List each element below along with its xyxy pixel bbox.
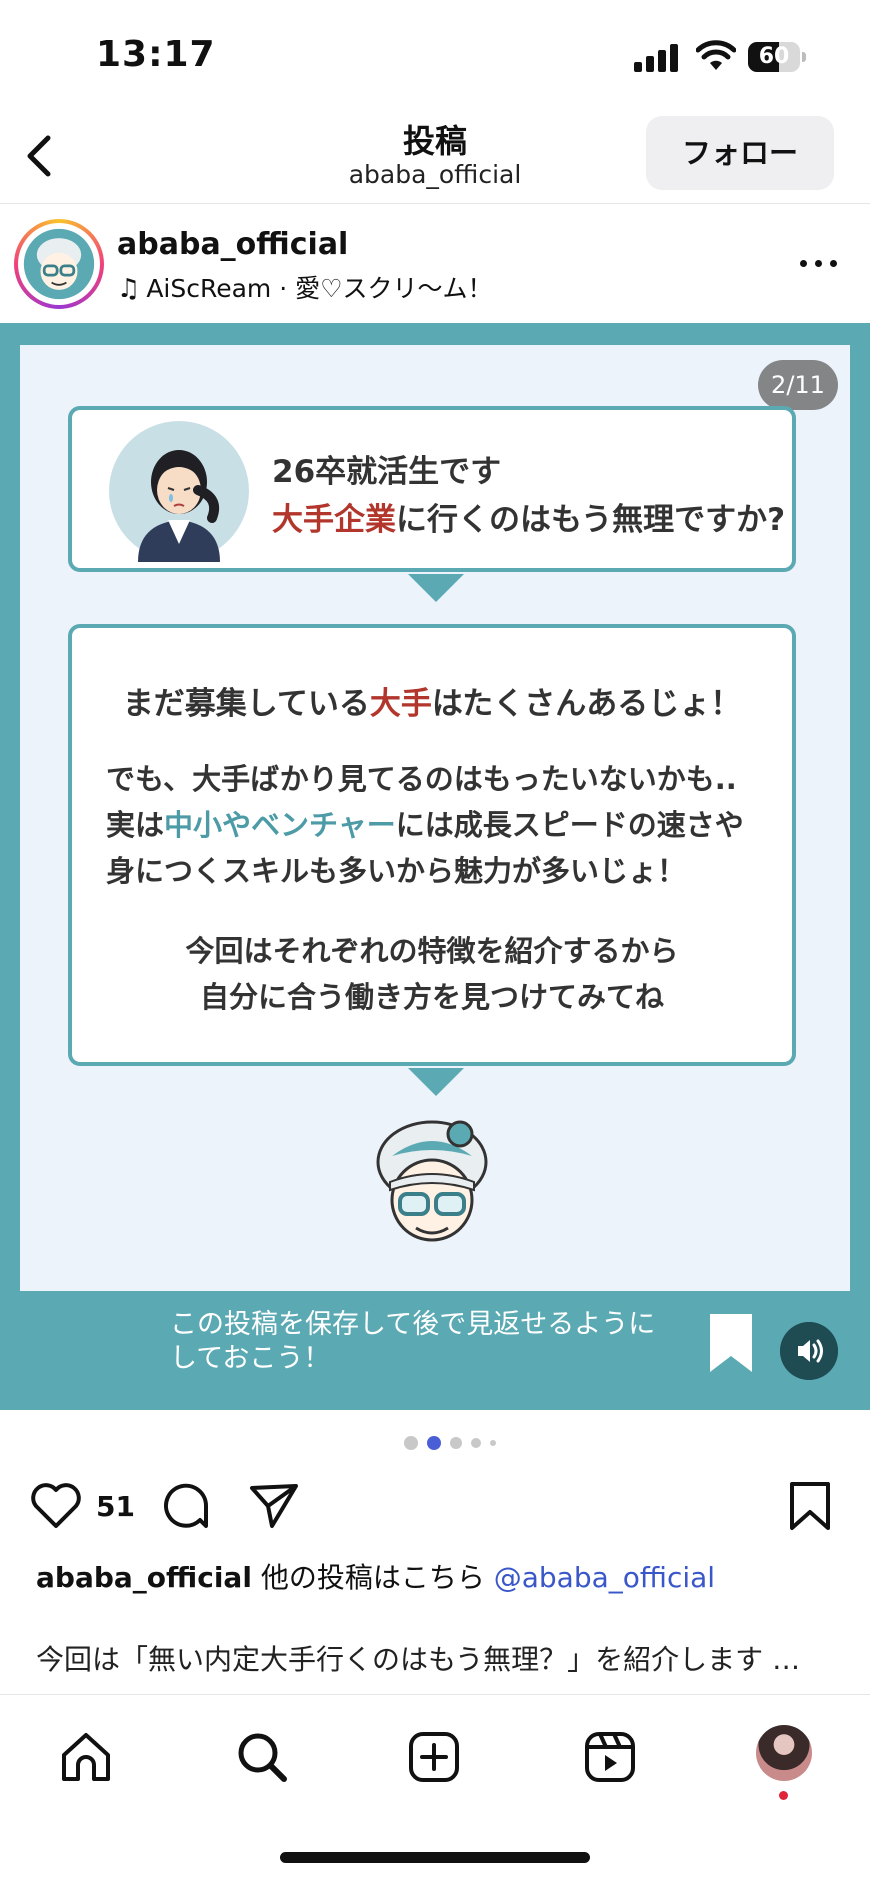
answer-foot-line-1: 今回はそれぞれの特徴を紹介するから	[185, 934, 679, 968]
nav-header: 投稿 ababa_official フォロー	[0, 110, 870, 204]
home-indicator	[280, 1852, 590, 1863]
answer-line2-highlight: 中小やベンチャー	[164, 808, 396, 842]
notification-dot	[779, 1791, 788, 1800]
home-icon[interactable]	[58, 1729, 114, 1785]
music-title: AiScReam · 愛♡スクリ〜ム！	[146, 274, 493, 303]
grandma-mascot-icon	[376, 1120, 488, 1242]
answer-foot-line-2: 自分に合う働き方を見つけてみてね	[199, 980, 664, 1014]
reels-icon[interactable]	[582, 1729, 638, 1785]
carousel-dot	[471, 1438, 481, 1448]
bookmark-graphic-icon	[710, 1314, 752, 1372]
carousel-dot	[450, 1437, 462, 1449]
answer-body-line-3: 身につくスキルも多いから魅力が多いじょ！	[106, 854, 687, 888]
sound-icon[interactable]	[780, 1322, 838, 1380]
student-avatar-icon	[109, 421, 249, 562]
heart-icon[interactable]	[30, 1480, 82, 1530]
answer-body: でも、大手ばかり見てるのはもったいないかも.. 実は中小やベンチャーには成長スピ…	[106, 756, 744, 894]
more-icon[interactable]	[800, 257, 842, 271]
answer-line2-pre: 実は	[106, 808, 165, 842]
post-music[interactable]: ♫ AiScReam · 愛♡スクリ〜ム！	[117, 269, 493, 305]
bookmark-icon[interactable]	[788, 1480, 832, 1532]
comment-icon[interactable]	[160, 1480, 212, 1532]
answer-body-line-2: 実は中小やベンチャーには成長スピードの速さや	[106, 802, 744, 848]
post-header: ababa_official ♫ AiScReam · 愛♡スクリ〜ム！	[0, 205, 870, 323]
share-icon[interactable]	[248, 1480, 300, 1532]
like-count[interactable]: 51	[96, 1490, 135, 1523]
search-icon[interactable]	[234, 1729, 290, 1785]
save-banner-text: この投稿を保存して後で見返せるように しておこう！	[170, 1308, 655, 1376]
follow-button[interactable]: フォロー	[646, 116, 834, 190]
status-time: 13:17	[96, 34, 216, 75]
answer-head-pre: まだ募集している	[122, 686, 370, 722]
answer-line2-post: には成長スピードの速さや	[395, 808, 744, 842]
caption-text: 他の投稿はこちら	[260, 1561, 485, 1594]
caption-username[interactable]: ababa_official	[36, 1561, 252, 1594]
create-icon[interactable]	[406, 1729, 462, 1785]
caption-line-2[interactable]: 今回は「無い内定大手行くのはもう無理？」を紹介します …	[36, 1638, 800, 1678]
battery-level: 60	[758, 44, 790, 69]
music-note-icon: ♫	[117, 274, 141, 304]
question-bubble: 26卒就活生です 大手企業に行くのはもう無理ですか?	[68, 406, 796, 572]
page-counter: 2/11	[758, 360, 838, 410]
status-bar: 13:17 60	[0, 0, 870, 110]
answer-head-highlight: 大手	[369, 686, 432, 722]
profile-avatar[interactable]	[756, 1725, 812, 1781]
save-banner-line-2: しておこう！	[170, 1343, 331, 1374]
answer-footer: 今回はそれぞれの特徴を紹介するから 自分に合う働き方を見つけてみてね	[72, 928, 792, 1020]
answer-headline: まだ募集している大手はたくさんあるじょ！	[72, 678, 792, 723]
avatar[interactable]	[14, 219, 104, 309]
answer-bubble: まだ募集している大手はたくさんあるじょ！ でも、大手ばかり見てるのはもったいない…	[68, 624, 796, 1066]
wifi-icon	[696, 40, 736, 70]
question-rest: に行くのはもう無理ですか?	[396, 502, 786, 538]
question-highlight: 大手企業	[272, 502, 396, 538]
question-line-2: 大手企業に行くのはもう無理ですか?	[272, 494, 785, 539]
question-line-1: 26卒就活生です	[272, 454, 502, 490]
carousel-dot	[427, 1436, 441, 1450]
answer-head-post: はたくさんあるじょ！	[431, 686, 742, 722]
cellular-signal-icon	[634, 44, 680, 72]
save-banner-line-1: この投稿を保存して後で見返せるように	[170, 1309, 656, 1340]
post-username[interactable]: ababa_official	[117, 227, 348, 262]
caption-mention[interactable]: @ababa_official	[494, 1561, 715, 1594]
carousel-dot	[490, 1440, 496, 1446]
answer-bubble-tail	[408, 1068, 464, 1096]
question-bubble-tail	[408, 574, 464, 602]
post-actions: 51	[0, 1476, 870, 1542]
answer-body-line-1: でも、大手ばかり見てるのはもったいないかも..	[106, 762, 737, 796]
caption: ababa_official 他の投稿はこちら @ababa_official	[36, 1556, 715, 1596]
battery-icon: 60	[748, 42, 806, 72]
grandma-mascot-icon	[23, 228, 95, 300]
carousel-dot	[404, 1436, 418, 1450]
